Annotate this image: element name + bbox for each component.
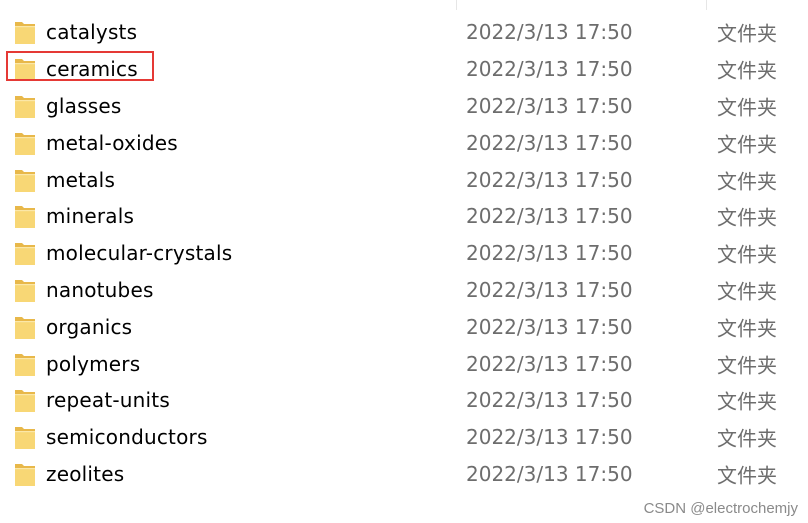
item-type: 文件夹: [717, 353, 777, 378]
folder-name: catalysts: [46, 20, 138, 45]
folder-icon: [14, 387, 36, 413]
folder-row[interactable]: ceramics 2022/3/13 17:50 文件夹: [0, 51, 808, 88]
folder-name: molecular-crystals: [46, 241, 233, 266]
folder-name: minerals: [46, 204, 135, 229]
modified-date: 2022/3/13 17:50: [466, 204, 633, 229]
item-type: 文件夹: [717, 316, 777, 341]
folder-name: nanotubes: [46, 277, 154, 302]
item-type: 文件夹: [717, 132, 777, 157]
item-type: 文件夹: [717, 95, 777, 120]
folder-name: semiconductors: [46, 425, 208, 450]
item-type: 文件夹: [717, 242, 777, 267]
folder-icon: [14, 93, 36, 119]
modified-date: 2022/3/13 17:50: [466, 167, 633, 192]
folder-row[interactable]: polymers 2022/3/13 17:50 文件夹: [0, 345, 808, 382]
folder-icon: [14, 167, 36, 193]
modified-date: 2022/3/13 17:50: [466, 277, 633, 302]
modified-date: 2022/3/13 17:50: [466, 314, 633, 339]
item-type: 文件夹: [717, 389, 777, 414]
folder-row[interactable]: molecular-crystals 2022/3/13 17:50 文件夹: [0, 235, 808, 272]
folder-name: metal-oxides: [46, 130, 178, 155]
item-type: 文件夹: [717, 21, 777, 46]
modified-date: 2022/3/13 17:50: [466, 93, 633, 118]
folder-icon: [14, 351, 36, 377]
folder-icon: [14, 56, 36, 82]
folder-row[interactable]: nanotubes 2022/3/13 17:50 文件夹: [0, 272, 808, 309]
folder-row[interactable]: minerals 2022/3/13 17:50 文件夹: [0, 198, 808, 235]
folder-icon: [14, 240, 36, 266]
modified-date: 2022/3/13 17:50: [466, 130, 633, 155]
folder-icon: [14, 203, 36, 229]
column-divider-date[interactable]: [456, 0, 457, 10]
folder-name: zeolites: [46, 461, 125, 486]
folder-icon: [14, 130, 36, 156]
folder-name: polymers: [46, 351, 141, 376]
folder-icon: [14, 424, 36, 450]
folder-row[interactable]: repeat-units 2022/3/13 17:50 文件夹: [0, 382, 808, 419]
modified-date: 2022/3/13 17:50: [466, 388, 633, 413]
folder-row[interactable]: metals 2022/3/13 17:50 文件夹: [0, 161, 808, 198]
modified-date: 2022/3/13 17:50: [466, 461, 633, 486]
folder-row[interactable]: catalysts 2022/3/13 17:50 文件夹: [0, 14, 808, 51]
item-type: 文件夹: [717, 279, 777, 304]
modified-date: 2022/3/13 17:50: [466, 20, 633, 45]
folder-name: metals: [46, 167, 116, 192]
folder-icon: [14, 314, 36, 340]
folder-icon: [14, 19, 36, 45]
folder-name: organics: [46, 314, 133, 339]
folder-icon: [14, 277, 36, 303]
modified-date: 2022/3/13 17:50: [466, 351, 633, 376]
folder-row[interactable]: zeolites 2022/3/13 17:50 文件夹: [0, 456, 808, 493]
folder-row[interactable]: semiconductors 2022/3/13 17:50 文件夹: [0, 419, 808, 456]
item-type: 文件夹: [717, 426, 777, 451]
folder-row[interactable]: organics 2022/3/13 17:50 文件夹: [0, 308, 808, 345]
item-type: 文件夹: [717, 205, 777, 230]
modified-date: 2022/3/13 17:50: [466, 425, 633, 450]
item-type: 文件夹: [717, 463, 777, 488]
folder-name: glasses: [46, 93, 122, 118]
folder-name: repeat-units: [46, 388, 170, 413]
modified-date: 2022/3/13 17:50: [466, 241, 633, 266]
modified-date: 2022/3/13 17:50: [466, 57, 633, 82]
folder-row[interactable]: glasses 2022/3/13 17:50 文件夹: [0, 88, 808, 125]
column-divider-type[interactable]: [706, 0, 707, 10]
folder-name: ceramics: [46, 57, 138, 82]
item-type: 文件夹: [717, 169, 777, 194]
folder-row[interactable]: metal-oxides 2022/3/13 17:50 文件夹: [0, 124, 808, 161]
file-list: catalysts 2022/3/13 17:50 文件夹 ceramics 2…: [0, 14, 808, 492]
watermark: CSDN @electrochemjy: [643, 500, 798, 517]
folder-icon: [14, 461, 36, 487]
item-type: 文件夹: [717, 58, 777, 83]
